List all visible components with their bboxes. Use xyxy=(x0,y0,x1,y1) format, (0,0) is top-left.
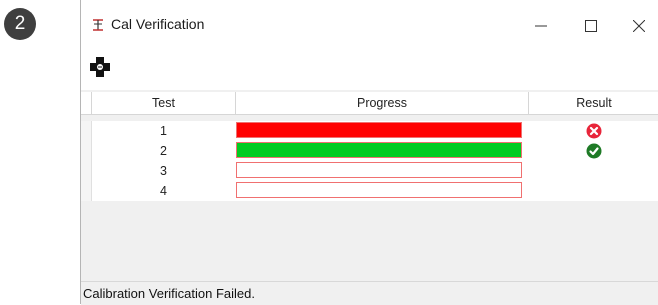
test-number: 4 xyxy=(160,184,167,198)
test-number: 2 xyxy=(160,144,167,158)
test-number: 1 xyxy=(160,124,167,138)
maximize-button[interactable] xyxy=(571,8,611,44)
results-grid: Test Progress Result 1 2 3 4 xyxy=(81,92,658,278)
row-header[interactable] xyxy=(81,121,92,141)
minimize-icon xyxy=(535,25,547,27)
progress-bar-fill xyxy=(237,123,521,137)
result-cell xyxy=(529,121,658,141)
progress-bar xyxy=(236,162,522,178)
progress-bar xyxy=(236,182,522,198)
row-header[interactable] xyxy=(81,161,92,181)
maximize-icon xyxy=(585,20,597,32)
table-row[interactable]: 4 xyxy=(81,181,658,201)
result-cell xyxy=(529,141,658,161)
window-title: Cal Verification xyxy=(111,16,205,32)
minimize-button[interactable] xyxy=(521,8,561,44)
status-bar: Calibration Verification Failed. xyxy=(81,281,658,305)
cal-verification-window: Cal Verification Test Progress Result 1 xyxy=(80,0,658,305)
success-icon xyxy=(586,143,602,159)
row-header-corner xyxy=(81,92,92,114)
progress-bar-fill xyxy=(237,143,521,157)
table-row[interactable]: 3 xyxy=(81,161,658,181)
column-header-test[interactable]: Test xyxy=(92,92,236,114)
result-cell xyxy=(529,161,658,181)
progress-bar xyxy=(236,142,522,158)
table-row[interactable]: 2 xyxy=(81,141,658,161)
close-icon xyxy=(633,20,645,32)
grid-header: Test Progress Result xyxy=(81,92,658,115)
row-header[interactable] xyxy=(81,181,92,201)
result-cell xyxy=(529,181,658,201)
step-number-badge: 2 xyxy=(4,8,36,40)
progress-cell xyxy=(236,141,528,161)
progress-bar xyxy=(236,122,522,138)
column-header-result[interactable]: Result xyxy=(529,92,658,114)
progress-cell xyxy=(236,161,528,181)
row-header[interactable] xyxy=(81,141,92,161)
app-icon xyxy=(93,19,103,31)
toolbar xyxy=(81,48,658,90)
test-number: 3 xyxy=(160,164,167,178)
progress-cell xyxy=(236,181,528,201)
run-calibration-icon[interactable] xyxy=(89,56,111,78)
title-bar: Cal Verification xyxy=(81,0,658,48)
table-row[interactable]: 1 xyxy=(81,121,658,141)
close-button[interactable] xyxy=(619,8,658,44)
error-icon xyxy=(586,123,602,139)
column-header-progress[interactable]: Progress xyxy=(236,92,529,114)
progress-cell xyxy=(236,121,528,141)
